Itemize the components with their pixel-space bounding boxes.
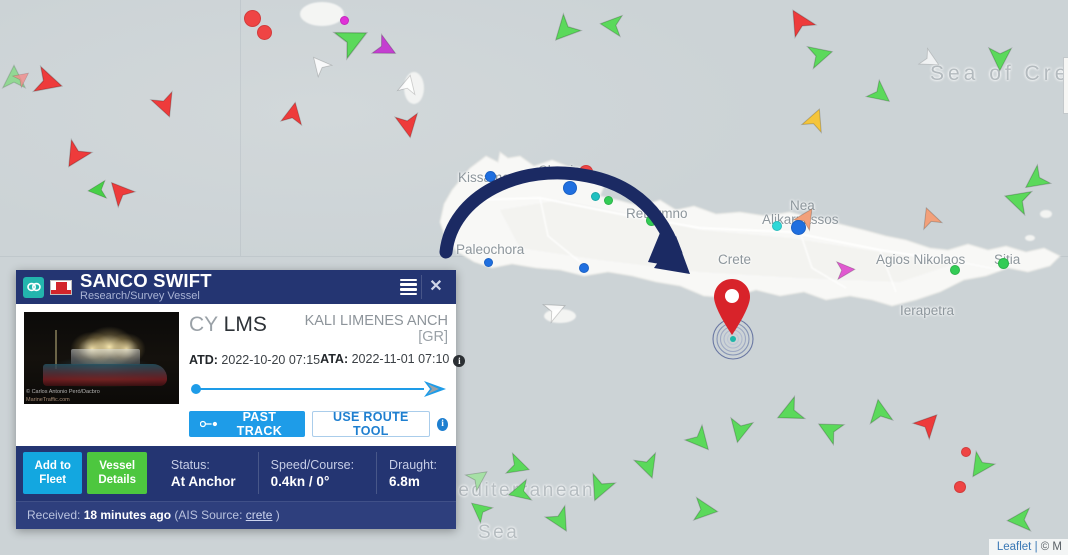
vessel-info-popup[interactable]: SANCO SWIFT Research/Survey Vessel ✕ © C… <box>16 270 466 530</box>
received-status-bar: Received: 18 minutes ago (AIS Source: cr… <box>16 501 456 530</box>
departure-port-name: LMS <box>223 313 267 336</box>
arrival-country-code: [GR] <box>418 328 448 345</box>
map-dot-marker[interactable] <box>339 15 349 25</box>
link-icon[interactable] <box>23 276 44 298</box>
map-pin-icon[interactable] <box>713 278 751 336</box>
stat-cell: Draught: 6.8m <box>376 452 449 495</box>
received-source-prefix: (AIS Source: <box>171 508 246 523</box>
voyage-actions[interactable]: PAST TRACK USE ROUTE TOOL i <box>189 410 449 439</box>
voyage-times: ATD: 2022-10-20 07:15 ATA: 2022-11-01 07… <box>189 352 466 368</box>
voyage-info: CY LMS KALI LIMENES ANCH [GR] ATD: 2022-… <box>189 312 466 439</box>
close-icon[interactable]: ✕ <box>422 270 450 304</box>
chain-link-glyph <box>26 282 41 292</box>
ata-value: 2022-11-01 07:10 <box>351 352 450 367</box>
voyage-progress-bar[interactable] <box>189 380 448 398</box>
stat-value: 0.4kn / 0° <box>270 473 330 489</box>
popup-body: © Carlos Antonio Peró/Dacbro MarineTraff… <box>16 304 466 447</box>
vessel-name: SANCO SWIFT <box>80 269 212 291</box>
map-dot-marker[interactable] <box>790 219 806 235</box>
map-dot-marker[interactable] <box>483 257 493 267</box>
map-container[interactable]: Sea of CreMediterraneanSeaKissamosChania… <box>0 0 1068 555</box>
atd-value: 2022-10-20 07:15 <box>221 352 321 367</box>
map-dot-marker[interactable] <box>954 481 966 493</box>
stat-label: Status: <box>170 457 210 472</box>
received-prefix: Received: <box>27 508 84 523</box>
route-tool-label: USE ROUTE TOOL <box>333 410 409 439</box>
received-source-suffix: ) <box>272 508 280 523</box>
stat-label: Draught: <box>389 457 437 472</box>
add-to-fleet-button[interactable]: Add to Fleet <box>23 452 83 495</box>
popup-title-group: SANCO SWIFT Research/Survey Vessel <box>80 269 394 303</box>
vessel-position-marker[interactable] <box>705 278 759 362</box>
use-route-tool-button[interactable]: USE ROUTE TOOL <box>311 410 431 439</box>
stat-label: Speed/Course: <box>270 457 355 472</box>
departure-country-code: CY <box>189 313 218 336</box>
hamburger-menu-icon[interactable] <box>394 270 422 304</box>
voyage-ports: CY LMS KALI LIMENES ANCH [GR] <box>189 313 448 345</box>
map-dot-marker[interactable] <box>997 257 1009 269</box>
route-tool-info-icon[interactable]: i <box>437 417 449 431</box>
map-dot-marker[interactable] <box>563 181 577 195</box>
stat-cell: Speed/Course: 0.4kn / 0° <box>257 452 366 495</box>
vessel-type: Research/Survey Vessel <box>80 290 200 303</box>
map-dot-marker[interactable] <box>243 9 261 27</box>
leaflet-link[interactable]: Leaflet | <box>997 541 1041 553</box>
map-dot-marker[interactable] <box>961 447 971 457</box>
progress-line <box>197 388 424 391</box>
track-line-icon <box>200 421 218 428</box>
stat-cells: Status: At Anchor Speed/Course: 0.4kn / 0° D… <box>147 452 449 495</box>
vessel-photo-thumbnail[interactable]: © Carlos Antonio Peró/Dacbro MarineTraff… <box>24 312 179 404</box>
map-dot-marker[interactable] <box>484 170 496 182</box>
photo-watermark-site: MarineTraffic.com <box>26 397 70 403</box>
arrival-port: KALI LIMENES ANCH [GR] <box>304 313 448 345</box>
stat-value: At Anchor <box>170 473 236 489</box>
popup-stats-bar: Add to Fleet Vessel Details Status: At An… <box>16 446 456 502</box>
map-dot-marker[interactable] <box>645 214 657 226</box>
popup-header: SANCO SWIFT Research/Survey Vessel ✕ <box>16 270 456 304</box>
ata-group: ATA: 2022-11-01 07:10 i <box>320 352 466 368</box>
stat-cell: Status: At Anchor <box>159 452 248 494</box>
map-dot-marker[interactable] <box>772 221 782 231</box>
photo-hull <box>42 363 167 386</box>
coordinate-readout: N35°5 E027 (35.83 <box>1062 57 1068 114</box>
atd-group: ATD: 2022-10-20 07:15 <box>189 353 320 367</box>
ais-source-link[interactable]: crete <box>246 508 273 522</box>
attribution-copyright: © M <box>1040 541 1062 553</box>
past-track-label: PAST TRACK <box>236 410 283 439</box>
departure-port: CY LMS <box>189 313 267 336</box>
gibraltar-flag-icon <box>50 279 72 295</box>
photo-watermark-author: © Carlos Antonio Peró/Dacbro <box>26 389 100 395</box>
stat-value: 6.8m <box>389 473 420 489</box>
header-divider <box>421 275 422 299</box>
map-dot-marker[interactable] <box>579 165 593 179</box>
map-dot-marker[interactable] <box>950 265 960 275</box>
map-dot-marker[interactable] <box>579 263 589 273</box>
progress-arrow-icon <box>424 381 446 398</box>
photo-deck <box>70 348 141 366</box>
ata-info-icon[interactable]: i <box>453 355 466 368</box>
received-time: 18 minutes ago <box>83 508 172 523</box>
map-dot-marker[interactable] <box>603 195 613 205</box>
ata-label: ATA: <box>320 352 349 367</box>
atd-label: ATD: <box>189 352 218 367</box>
map-dot-marker[interactable] <box>590 191 600 201</box>
map-dot-marker[interactable] <box>256 24 272 40</box>
arrival-port-name: KALI LIMENES ANCH <box>304 313 448 329</box>
popup-header-actions[interactable]: ✕ <box>394 270 450 304</box>
map-attribution[interactable]: Leaflet | © M <box>988 539 1068 555</box>
past-track-button[interactable]: PAST TRACK <box>189 410 305 439</box>
vessel-details-button[interactable]: Vessel Details <box>87 452 147 495</box>
